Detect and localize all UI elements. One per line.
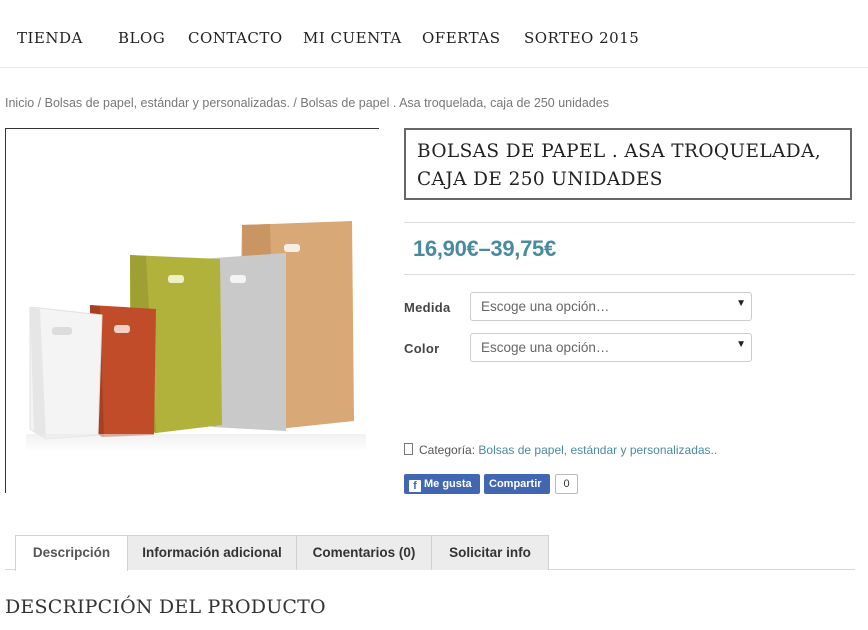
tab-solicitar-info[interactable]: Solicitar info [431,535,549,570]
product-category: Categoría: Bolsas de papel, estándar y p… [404,443,717,457]
facebook-like-button[interactable]: f Me gusta [404,474,480,494]
description-heading: DESCRIPCIÓN DEL PRODUCTO [5,596,326,618]
nav-mi-cuenta[interactable]: MI CUENTA [303,29,402,47]
breadcrumb-home-link[interactable]: Inicio [5,96,34,110]
breadcrumb-separator: / [293,96,297,110]
chevron-down-icon: ▼ [736,339,746,350]
product-title: BOLSAS DE PAPEL . ASA TROQUELADA, CAJA D… [417,138,839,194]
nav-contacto[interactable]: CONTACTO [188,29,283,47]
top-navigation: TIENDA BLOG CONTACTO MI CUENTA OFERTAS S… [0,0,868,68]
divider [404,222,855,223]
chevron-down-icon: ▼ [736,298,746,309]
product-title-box: BOLSAS DE PAPEL . ASA TROQUELADA, CAJA D… [404,128,852,200]
breadcrumb-current: Bolsas de papel . Asa troquelada, caja d… [300,96,609,110]
product-title-line-1: BOLSAS DE PAPEL . ASA TROQUELADA, [417,141,822,162]
tab-descripcion[interactable]: Descripción [15,535,128,571]
color-select[interactable]: Escoge una opción… ▼ [470,333,752,362]
breadcrumb: Inicio / Bolsas de papel, estándar y per… [5,96,609,110]
nav-ofertas[interactable]: OFERTAS [422,29,500,47]
breadcrumb-separator: / [37,96,42,110]
share-label: Compartir [489,478,542,490]
folder-icon [404,443,413,455]
nav-tienda[interactable]: TIENDA [17,29,83,47]
nav-sorteo-2015[interactable]: SORTEO 2015 [524,29,639,47]
product-image[interactable] [5,128,379,493]
divider [404,274,855,275]
like-label: Me gusta [424,478,472,490]
category-label: Categoría: [419,443,476,457]
category-link[interactable]: Bolsas de papel, estándar y personalizad… [478,443,713,457]
category-suffix: . [713,443,718,457]
color-select-value: Escoge una opción… [481,340,610,355]
color-label: Color [404,341,440,356]
medida-select-value: Escoge una opción… [481,299,610,314]
nav-blog[interactable]: BLOG [118,29,165,47]
share-count: 0 [555,474,578,494]
facebook-share-button[interactable]: Compartir [484,474,550,494]
tab-informacion-adicional[interactable]: Información adicional [127,535,297,570]
breadcrumb-category-link[interactable]: Bolsas de papel, estándar y personalizad… [45,96,290,110]
medida-label: Medida [404,300,451,315]
product-price: 16,90€–39,75€ [413,236,556,261]
facebook-icon: f [409,480,421,492]
product-title-line-2: CAJA DE 250 UNIDADES [417,169,663,190]
tab-comentarios[interactable]: Comentarios (0) [296,535,432,570]
paper-bags-image [26,221,366,452]
medida-select[interactable]: Escoge una opción… ▼ [470,292,752,321]
